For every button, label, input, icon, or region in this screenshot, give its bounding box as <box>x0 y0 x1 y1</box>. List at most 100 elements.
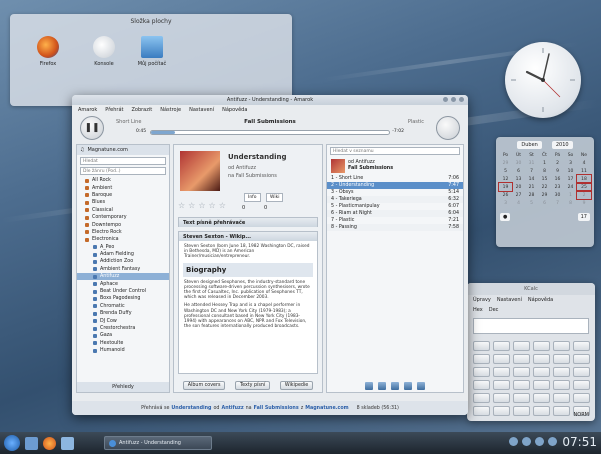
artist-item[interactable]: DJ Cow <box>77 317 169 324</box>
genre-item[interactable]: Electro Rock <box>77 229 169 236</box>
kcalc-key[interactable] <box>473 341 490 351</box>
calendar-day[interactable]: 9 <box>551 167 564 175</box>
kcalc-key[interactable] <box>553 406 570 416</box>
kde-menu-icon[interactable] <box>4 435 20 451</box>
source-tab[interactable]: ♫ Magnatune.com <box>77 145 169 155</box>
save-playlist-icon[interactable] <box>378 382 386 390</box>
dolphin-icon[interactable] <box>61 436 74 450</box>
calendar-day[interactable]: 5 <box>499 167 512 175</box>
calendar-day[interactable]: 6 <box>538 199 551 207</box>
collection-footer-button[interactable]: Přehledy <box>77 382 169 392</box>
calendar-day[interactable]: 29 <box>538 191 551 199</box>
maximize-icon[interactable] <box>451 97 456 102</box>
playlist-track[interactable]: 3 - Obsys 5:14 <box>327 189 463 196</box>
kcalc-key[interactable] <box>573 354 590 364</box>
kcalc-key[interactable] <box>533 341 550 351</box>
calendar-day[interactable]: 18 <box>576 174 592 184</box>
artist-item[interactable]: Ambient Fantasy <box>77 266 169 273</box>
tab-wiki[interactable]: Wiki <box>266 193 284 202</box>
calendar-day[interactable]: 5 <box>525 199 538 207</box>
calendar-day[interactable]: 3 <box>499 199 512 207</box>
calendar-day[interactable]: 7 <box>525 167 538 175</box>
artist-item[interactable]: Humanoid <box>77 347 169 354</box>
genre-item[interactable]: Classical <box>77 207 169 214</box>
kcalc-key[interactable] <box>553 393 570 403</box>
calendar-year[interactable]: 2010 <box>551 141 573 149</box>
kcalc-key[interactable] <box>553 380 570 390</box>
calendar-day[interactable]: 25 <box>576 182 592 192</box>
kcalc-key[interactable] <box>573 380 590 390</box>
kcalc-key[interactable] <box>493 406 510 416</box>
kcalc-key[interactable] <box>473 406 490 416</box>
clear-playlist-icon[interactable] <box>365 382 373 390</box>
genre-item[interactable]: Blues <box>77 199 169 206</box>
calendar-day[interactable]: 2 <box>576 190 592 200</box>
genre-item[interactable]: Contemporary <box>77 214 169 221</box>
kcalc-key[interactable] <box>473 367 490 377</box>
desktop-icon-computer[interactable]: Můj počítač <box>134 36 170 67</box>
calendar-day[interactable]: 24 <box>564 183 577 191</box>
calendar-day[interactable]: 1 <box>564 191 577 199</box>
minimize-icon[interactable] <box>443 97 448 102</box>
genre-item[interactable]: Electronica <box>77 236 169 243</box>
kcalc-key[interactable] <box>493 380 510 390</box>
calendar-day[interactable]: 28 <box>525 191 538 199</box>
taskbar-clock[interactable]: 07:51 <box>562 435 597 449</box>
artist-item[interactable]: Chromatic <box>77 303 169 310</box>
calendar-day[interactable]: 11 <box>577 167 591 175</box>
calendar-day[interactable]: 12 <box>499 175 512 183</box>
queue-icon[interactable] <box>417 382 425 390</box>
kcalc-key[interactable] <box>533 393 550 403</box>
desktop-icon-firefox[interactable]: Firefox <box>30 36 66 67</box>
tab-info[interactable]: Info <box>244 193 261 202</box>
wikipedia-applet-button[interactable]: Wikipedie <box>279 381 314 390</box>
undo-icon[interactable] <box>391 382 399 390</box>
battery-icon[interactable] <box>548 437 557 446</box>
amarok-titlebar[interactable]: Antifuzz - Understanding - Amarok <box>72 95 468 105</box>
kcalc-menu-help[interactable]: Nápověda <box>528 297 553 303</box>
playlist-track[interactable]: 5 - Plasticmanipulay 6:07 <box>327 203 463 210</box>
calendar-day[interactable]: 17 <box>564 175 577 183</box>
calendar-day[interactable]: 14 <box>525 175 538 183</box>
calendar-day[interactable]: 20 <box>512 183 525 191</box>
desktop-icon-konsole[interactable]: Konsole <box>86 36 122 67</box>
calendar-day[interactable]: 3 <box>564 159 577 167</box>
kcalc-key[interactable] <box>553 367 570 377</box>
calendar-day[interactable]: 6 <box>512 167 525 175</box>
calendar-day[interactable]: 21 <box>525 183 538 191</box>
genre-item[interactable]: Ambient <box>77 184 169 191</box>
notifications-icon[interactable] <box>535 437 544 446</box>
artist-item[interactable]: Hextoulte <box>77 340 169 347</box>
artist-item[interactable]: Boxs Pagodesing <box>77 295 169 302</box>
kcalc-key[interactable] <box>573 341 590 351</box>
kcalc-key[interactable] <box>473 393 490 403</box>
task-amarok[interactable]: Antifuzz - Understanding <box>104 436 212 450</box>
kcalc-key[interactable] <box>493 354 510 364</box>
calendar-day[interactable]: 4 <box>512 199 525 207</box>
calendar-day[interactable]: 30 <box>551 191 564 199</box>
kcalc-key[interactable] <box>533 354 550 364</box>
track-progress-slider[interactable] <box>150 130 390 135</box>
desktop-icon[interactable] <box>25 436 38 450</box>
artist-item[interactable]: Adam Fielding <box>77 251 169 258</box>
kcalc-key[interactable] <box>493 341 510 351</box>
calendar-day[interactable]: 2 <box>551 159 564 167</box>
kcalc-key[interactable] <box>513 341 530 351</box>
kcalc-menu-settings[interactable]: Nastavení <box>497 297 522 303</box>
lyrics-applet-button[interactable]: Texty písní <box>234 381 271 390</box>
kcalc-radix-hex[interactable]: Hex <box>473 307 483 313</box>
genre-item[interactable]: Baroque <box>77 192 169 199</box>
kcalc-key[interactable] <box>513 354 530 364</box>
calendar-day[interactable]: 8 <box>538 167 551 175</box>
calendar-day[interactable]: 9 <box>577 199 591 207</box>
calendar-day[interactable]: 1 <box>538 159 551 167</box>
playlist-track[interactable]: 1 - Short Line 7:06 <box>327 175 463 182</box>
calendar-day[interactable]: 7 <box>551 199 564 207</box>
calendar-day[interactable]: 16 <box>551 175 564 183</box>
rating-stars[interactable]: ☆ ☆ ☆ ☆ ☆ <box>178 201 226 210</box>
menu-amarok[interactable]: Amarok <box>78 107 97 113</box>
redo-icon[interactable] <box>404 382 412 390</box>
menu-play[interactable]: Přehrát <box>105 107 123 113</box>
calendar-day[interactable]: 8 <box>564 199 577 207</box>
kcalc-key[interactable] <box>513 406 530 416</box>
